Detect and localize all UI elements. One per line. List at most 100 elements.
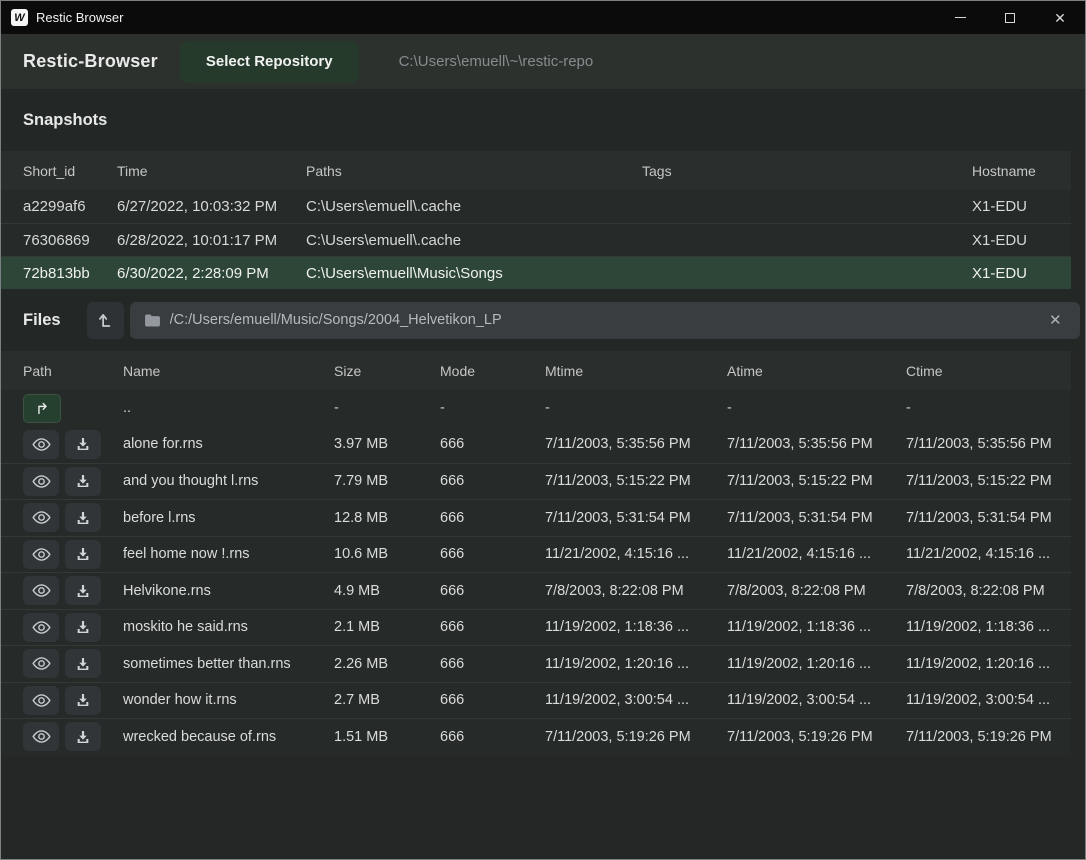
column-ctime: Ctime bbox=[906, 363, 1071, 379]
preview-file-button[interactable] bbox=[23, 613, 59, 642]
file-name: alone for.rns bbox=[123, 436, 334, 452]
preview-file-button[interactable] bbox=[23, 649, 59, 678]
files-title: Files bbox=[23, 311, 61, 330]
minimize-icon bbox=[955, 17, 966, 18]
file-size: 10.6 MB bbox=[334, 546, 440, 562]
file-mtime: 11/21/2002, 4:15:16 ... bbox=[545, 546, 727, 562]
file-atime: 11/19/2002, 3:00:54 ... bbox=[727, 692, 906, 708]
file-mode: 666 bbox=[440, 583, 545, 599]
download-icon bbox=[75, 729, 91, 745]
preview-file-button[interactable] bbox=[23, 576, 59, 605]
select-repository-button[interactable]: Select Repository bbox=[180, 41, 359, 83]
eye-icon bbox=[32, 693, 51, 708]
file-name: and you thought l.rns bbox=[123, 473, 334, 489]
clear-path-button[interactable]: ✕ bbox=[1045, 309, 1066, 331]
file-atime: 11/21/2002, 4:15:16 ... bbox=[727, 546, 906, 562]
file-ctime: 11/21/2002, 4:15:16 ... bbox=[906, 546, 1071, 562]
download-file-button[interactable] bbox=[65, 613, 101, 642]
file-ctime: 7/11/2003, 5:19:26 PM bbox=[906, 729, 1071, 745]
column-mode: Mode bbox=[440, 363, 545, 379]
column-size: Size bbox=[334, 363, 440, 379]
column-atime: Atime bbox=[727, 363, 906, 379]
up-one-level-button[interactable] bbox=[87, 302, 124, 339]
column-name: Name bbox=[123, 363, 334, 379]
download-icon bbox=[75, 436, 91, 452]
file-size: 2.7 MB bbox=[334, 692, 440, 708]
snapshot-hostname: X1-EDU bbox=[972, 198, 1071, 215]
snapshot-row[interactable]: 76306869 6/28/2022, 10:01:17 PM C:\Users… bbox=[1, 223, 1071, 256]
maximize-button[interactable] bbox=[985, 1, 1035, 34]
eye-icon bbox=[32, 583, 51, 598]
file-mtime: 11/19/2002, 3:00:54 ... bbox=[545, 692, 727, 708]
file-mtime: 7/11/2003, 5:19:26 PM bbox=[545, 729, 727, 745]
preview-file-button[interactable] bbox=[23, 503, 59, 532]
current-path[interactable]: /C:/Users/emuell/Music/Songs/2004_Helvet… bbox=[170, 312, 1045, 328]
go-parent-button[interactable] bbox=[23, 394, 61, 423]
files-table-header: Path Name Size Mode Mtime Atime Ctime bbox=[1, 351, 1071, 390]
window-controls: ✕ bbox=[935, 1, 1085, 34]
file-atime: 7/11/2003, 5:35:56 PM bbox=[727, 436, 906, 452]
eye-icon bbox=[32, 620, 51, 635]
preview-file-button[interactable] bbox=[23, 430, 59, 459]
file-atime: 11/19/2002, 1:20:16 ... bbox=[727, 656, 906, 672]
file-path-bar[interactable]: /C:/Users/emuell/Music/Songs/2004_Helvet… bbox=[130, 302, 1080, 339]
file-row[interactable]: feel home now !.rns 10.6 MB 666 11/21/20… bbox=[1, 536, 1071, 573]
file-mtime: 7/11/2003, 5:35:56 PM bbox=[545, 436, 727, 452]
download-icon bbox=[75, 692, 91, 708]
file-row[interactable]: wrecked because of.rns 1.51 MB 666 7/11/… bbox=[1, 718, 1071, 755]
download-file-button[interactable] bbox=[65, 503, 101, 532]
preview-file-button[interactable] bbox=[23, 540, 59, 569]
eye-icon bbox=[32, 656, 51, 671]
download-file-button[interactable] bbox=[65, 467, 101, 496]
snapshot-hostname: X1-EDU bbox=[972, 232, 1071, 249]
file-row[interactable]: before l.rns 12.8 MB 666 7/11/2003, 5:31… bbox=[1, 499, 1071, 536]
file-row[interactable]: Helvikone.rns 4.9 MB 666 7/8/2003, 8:22:… bbox=[1, 572, 1071, 609]
snapshot-row[interactable]: 72b813bb 6/30/2022, 2:28:09 PM C:\Users\… bbox=[1, 256, 1071, 289]
snapshot-short-id: 76306869 bbox=[23, 232, 117, 249]
file-row[interactable]: sometimes better than.rns 2.26 MB 666 11… bbox=[1, 645, 1071, 682]
snapshot-time: 6/30/2022, 2:28:09 PM bbox=[117, 265, 306, 282]
eye-icon bbox=[32, 547, 51, 562]
snapshot-paths: C:\Users\emuell\Music\Songs bbox=[306, 265, 642, 282]
file-row[interactable]: wonder how it.rns 2.7 MB 666 11/19/2002,… bbox=[1, 682, 1071, 719]
file-size: 2.26 MB bbox=[334, 656, 440, 672]
download-icon bbox=[75, 546, 91, 562]
preview-file-button[interactable] bbox=[23, 467, 59, 496]
file-row[interactable]: alone for.rns 3.97 MB 666 7/11/2003, 5:3… bbox=[1, 426, 1071, 463]
file-row[interactable]: moskito he said.rns 2.1 MB 666 11/19/200… bbox=[1, 609, 1071, 646]
file-mtime: 11/19/2002, 1:18:36 ... bbox=[545, 619, 727, 635]
snapshots-table: a2299af6 6/27/2022, 10:03:32 PM C:\Users… bbox=[1, 190, 1085, 289]
column-short-id: Short_id bbox=[23, 163, 117, 179]
parent-mode: - bbox=[440, 400, 545, 416]
app-header: Restic-Browser Select Repository C:\User… bbox=[1, 34, 1085, 89]
file-mode: 666 bbox=[440, 729, 545, 745]
download-file-button[interactable] bbox=[65, 540, 101, 569]
preview-file-button[interactable] bbox=[23, 686, 59, 715]
repository-path[interactable]: C:\Users\emuell\~\restic-repo bbox=[399, 53, 594, 70]
download-file-button[interactable] bbox=[65, 649, 101, 678]
file-mode: 666 bbox=[440, 473, 545, 489]
parent-name: .. bbox=[123, 400, 334, 416]
file-name: wrecked because of.rns bbox=[123, 729, 334, 745]
file-atime: 11/19/2002, 1:18:36 ... bbox=[727, 619, 906, 635]
minimize-button[interactable] bbox=[935, 1, 985, 34]
preview-file-button[interactable] bbox=[23, 722, 59, 751]
file-size: 7.79 MB bbox=[334, 473, 440, 489]
snapshot-short-id: 72b813bb bbox=[23, 265, 117, 282]
column-paths: Paths bbox=[306, 163, 642, 179]
download-file-button[interactable] bbox=[65, 576, 101, 605]
close-button[interactable]: ✕ bbox=[1035, 1, 1085, 34]
app-logo-letter: W bbox=[14, 12, 24, 24]
eye-icon bbox=[32, 510, 51, 525]
file-row[interactable]: and you thought l.rns 7.79 MB 666 7/11/2… bbox=[1, 463, 1071, 500]
snapshot-row[interactable]: a2299af6 6/27/2022, 10:03:32 PM C:\Users… bbox=[1, 190, 1071, 223]
file-mode: 666 bbox=[440, 546, 545, 562]
parent-directory-row: .. - - - - - bbox=[1, 390, 1071, 426]
files-table: alone for.rns 3.97 MB 666 7/11/2003, 5:3… bbox=[1, 426, 1085, 755]
download-file-button[interactable] bbox=[65, 722, 101, 751]
snapshot-time: 6/27/2022, 10:03:32 PM bbox=[117, 198, 306, 215]
download-file-button[interactable] bbox=[65, 686, 101, 715]
download-file-button[interactable] bbox=[65, 430, 101, 459]
column-hostname: Hostname bbox=[972, 163, 1071, 179]
column-mtime: Mtime bbox=[545, 363, 727, 379]
